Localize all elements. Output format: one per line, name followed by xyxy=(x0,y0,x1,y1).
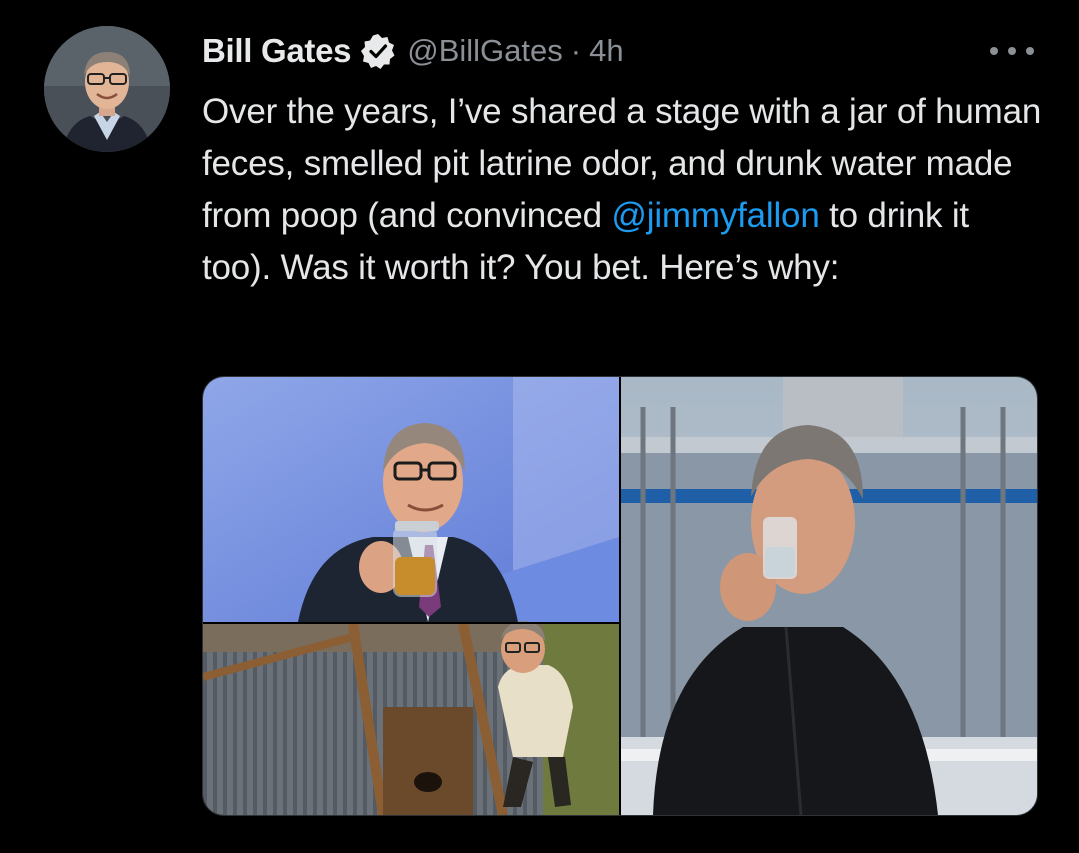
author-name[interactable]: Bill Gates xyxy=(202,32,352,70)
more-options-icon[interactable] xyxy=(990,38,1034,64)
tweet-header: Bill Gates @BillGates · 4h xyxy=(202,28,624,74)
more-dot xyxy=(990,47,998,55)
more-dot xyxy=(1026,47,1034,55)
author-handle[interactable]: @BillGates xyxy=(407,33,563,69)
tweet[interactable]: Bill Gates @BillGates · 4h Over the year… xyxy=(0,0,1079,853)
tweet-text: Over the years, I’ve shared a stage with… xyxy=(202,86,1042,294)
photo-drinking-water[interactable] xyxy=(621,377,1037,815)
photo-latrine[interactable] xyxy=(203,621,619,815)
mention-link[interactable]: @jimmyfallon xyxy=(611,196,819,235)
avatar[interactable] xyxy=(44,26,170,152)
more-dot xyxy=(1008,47,1016,55)
photo-jar-stage[interactable] xyxy=(203,377,619,622)
header-separator: · xyxy=(570,33,582,68)
tweet-timestamp[interactable]: 4h xyxy=(589,33,623,69)
tweet-media-grid xyxy=(202,376,1038,816)
verified-badge-icon xyxy=(359,32,397,70)
